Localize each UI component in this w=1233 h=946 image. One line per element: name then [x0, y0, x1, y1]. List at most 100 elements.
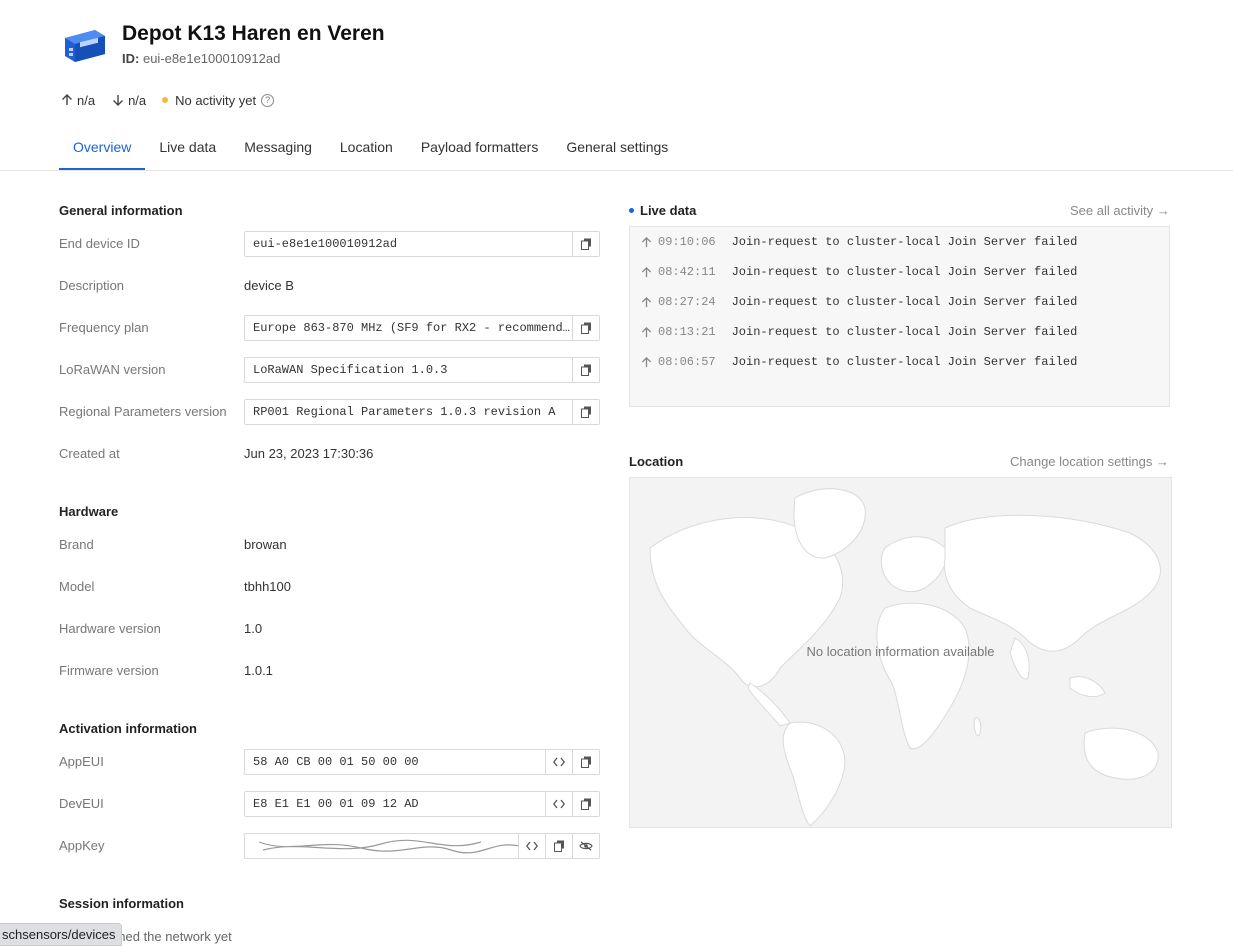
- copy-button[interactable]: [545, 834, 572, 858]
- brand-value: browan: [244, 537, 287, 552]
- downlink-stat: n/a: [111, 93, 146, 108]
- appeui-field: 58 A0 CB 00 01 50 00 00: [244, 749, 600, 775]
- tab-general-settings[interactable]: General settings: [552, 128, 682, 170]
- see-all-activity-link[interactable]: See all activity →: [1070, 203, 1170, 218]
- end-device-id-label: End device ID: [59, 236, 140, 251]
- tab-location[interactable]: Location: [326, 128, 407, 170]
- device-id: ID: eui-e8e1e100010912ad: [122, 51, 280, 66]
- lorawan-version-value[interactable]: LoRaWAN Specification 1.0.3: [245, 363, 572, 377]
- copy-icon: [580, 238, 591, 250]
- live-event-row[interactable]: 08:06:57 Join-request to cluster-local J…: [640, 355, 1077, 369]
- event-message: Join-request to cluster-local Join Serve…: [731, 235, 1078, 249]
- copy-button[interactable]: [572, 792, 599, 816]
- copy-button[interactable]: [572, 400, 599, 424]
- toggle-visibility-button[interactable]: [572, 834, 599, 858]
- frequency-plan-value[interactable]: Europe 863-870 MHz (SF9 for RX2 - recomm…: [245, 321, 572, 335]
- toggle-format-button[interactable]: [518, 834, 545, 858]
- change-location-settings-link[interactable]: Change location settings →: [1010, 454, 1169, 469]
- tab-divider: [0, 170, 1233, 171]
- live-event-row[interactable]: 08:42:11 Join-request to cluster-local J…: [640, 265, 1077, 279]
- device-icon: [65, 30, 105, 62]
- arrow-up-icon: [641, 296, 652, 307]
- end-device-id-field: eui-e8e1e100010912ad: [244, 231, 600, 257]
- frequency-plan-label: Frequency plan: [59, 320, 149, 335]
- general-info-title: General information: [59, 203, 183, 218]
- map-empty-message: No location information available: [806, 644, 995, 659]
- activity-status: No activity yet ?: [162, 92, 275, 108]
- tab-live-data[interactable]: Live data: [145, 128, 230, 170]
- copy-icon: [580, 364, 591, 376]
- tab-overview[interactable]: Overview: [59, 128, 146, 170]
- created-at-label: Created at: [59, 446, 120, 461]
- arrow-up-icon: [641, 356, 652, 367]
- session-title: Session information: [59, 896, 184, 911]
- arrow-up-icon: [62, 94, 72, 105]
- arrow-up-icon: [641, 326, 652, 337]
- event-time: 08:06:57: [658, 355, 716, 369]
- appeui-label: AppEUI: [59, 754, 104, 769]
- appeui-value[interactable]: 58 A0 CB 00 01 50 00 00: [245, 755, 545, 769]
- deveui-field: E8 E1 E1 00 01 09 12 AD: [244, 791, 600, 817]
- eye-off-icon: [579, 841, 593, 851]
- help-icon[interactable]: ?: [261, 93, 275, 107]
- lorawan-version-field: LoRaWAN Specification 1.0.3: [244, 357, 600, 383]
- end-device-id-value[interactable]: eui-e8e1e100010912ad: [245, 237, 572, 251]
- tab-payload-formatters[interactable]: Payload formatters: [407, 128, 553, 170]
- tab-bar: Overview Live data Messaging Location Pa…: [59, 128, 682, 170]
- firmware-version-label: Firmware version: [59, 663, 159, 678]
- uplink-stat: n/a: [60, 93, 95, 108]
- event-time: 08:42:11: [658, 265, 716, 279]
- device-id-value: eui-e8e1e100010912ad: [142, 51, 281, 66]
- code-icon: [553, 757, 565, 767]
- arrow-down-icon: [113, 95, 124, 106]
- copy-icon: [580, 406, 591, 418]
- live-data-title-text: Live data: [640, 203, 697, 218]
- deveui-value[interactable]: E8 E1 E1 00 01 09 12 AD: [245, 797, 545, 811]
- copy-button[interactable]: [572, 316, 599, 340]
- deveui-label: DevEUI: [59, 796, 104, 811]
- live-event-row[interactable]: 09:10:06 Join-request to cluster-local J…: [640, 235, 1077, 249]
- created-at-value: Jun 23, 2023 17:30:36: [244, 446, 374, 461]
- location-map[interactable]: No location information available: [629, 477, 1172, 828]
- firmware-version-value: 1.0.1: [244, 663, 273, 678]
- location-title: Location: [629, 454, 684, 469]
- lorawan-version-label: LoRaWAN version: [59, 362, 166, 377]
- uplink-count: n/a: [77, 92, 96, 108]
- copy-button[interactable]: [572, 232, 599, 256]
- frequency-plan-field: Europe 863-870 MHz (SF9 for RX2 - recomm…: [244, 315, 600, 341]
- live-data-title: Live data: [629, 203, 696, 218]
- event-message: Join-request to cluster-local Join Serve…: [731, 325, 1078, 339]
- arrow-up-icon: [641, 236, 652, 247]
- code-icon: [553, 799, 565, 809]
- device-id-label: ID:: [122, 51, 140, 66]
- tab-messaging[interactable]: Messaging: [230, 128, 326, 170]
- event-message: Join-request to cluster-local Join Serve…: [731, 355, 1078, 369]
- copy-icon: [580, 756, 591, 768]
- copy-icon: [580, 322, 591, 334]
- copy-button[interactable]: [572, 750, 599, 774]
- description-label: Description: [59, 278, 125, 293]
- code-icon: [526, 841, 538, 851]
- activity-text: No activity yet: [175, 92, 257, 108]
- brand-label: Brand: [59, 537, 94, 552]
- toggle-format-button[interactable]: [545, 792, 572, 816]
- device-stats: n/a n/a No activity yet ?: [60, 90, 290, 110]
- redacted-appkey: [245, 834, 518, 858]
- event-time: 09:10:06: [658, 235, 716, 249]
- arrow-up-icon: [641, 266, 652, 277]
- regional-params-label: Regional Parameters version: [59, 404, 227, 419]
- live-event-row[interactable]: 08:27:24 Join-request to cluster-local J…: [640, 295, 1077, 309]
- toggle-format-button[interactable]: [545, 750, 572, 774]
- regional-params-field: RP001 Regional Parameters 1.0.3 revision…: [244, 399, 600, 425]
- event-message: Join-request to cluster-local Join Serve…: [731, 265, 1078, 279]
- live-event-row[interactable]: 08:13:21 Join-request to cluster-local J…: [640, 325, 1077, 339]
- copy-icon: [580, 798, 591, 810]
- copy-icon: [553, 840, 564, 852]
- page-title: Depot K13 Haren en Veren: [122, 22, 385, 45]
- appkey-label: AppKey: [59, 838, 105, 853]
- event-time: 08:27:24: [658, 295, 716, 309]
- model-value: tbhh100: [244, 579, 291, 594]
- copy-button[interactable]: [572, 358, 599, 382]
- hardware-title: Hardware: [59, 504, 119, 519]
- regional-params-value[interactable]: RP001 Regional Parameters 1.0.3 revision…: [245, 405, 572, 419]
